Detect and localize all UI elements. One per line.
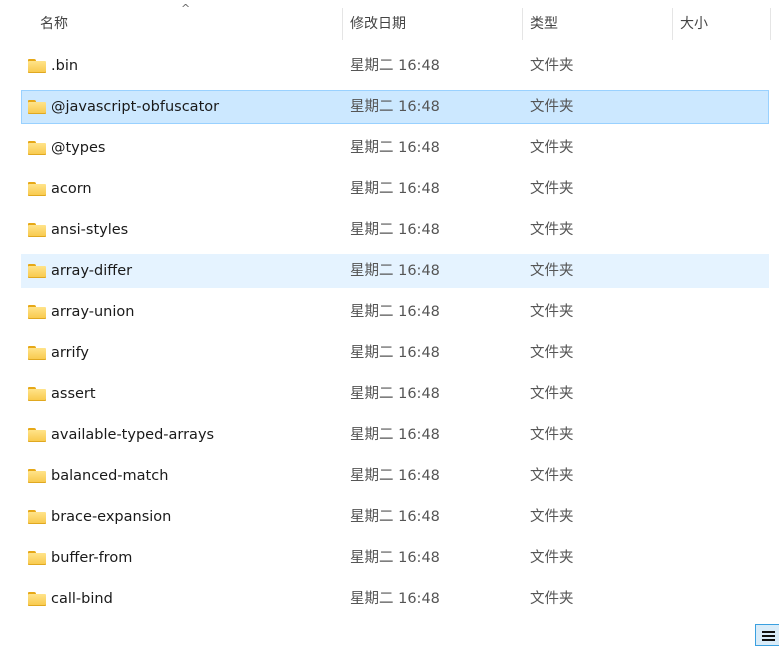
- modified-date: 星期二 16:48: [350, 263, 440, 279]
- file-row[interactable]: array-union 星期二 16:48 文件夹: [21, 295, 769, 329]
- column-divider[interactable]: [522, 8, 523, 40]
- file-list: .bin 星期二 16:48 文件夹 @javascript-obfuscato…: [21, 49, 769, 623]
- modified-date: 星期二 16:48: [350, 345, 440, 361]
- file-name: @types: [51, 140, 106, 156]
- file-name: ansi-styles: [51, 222, 129, 238]
- folder-icon: [28, 182, 46, 196]
- file-row[interactable]: array-differ 星期二 16:48 文件夹: [21, 254, 769, 288]
- column-header-modified[interactable]: 修改日期: [350, 0, 406, 40]
- file-type: 文件夹: [530, 263, 574, 279]
- file-type: 文件夹: [530, 509, 574, 525]
- file-row[interactable]: available-typed-arrays 星期二 16:48 文件夹: [21, 418, 769, 452]
- file-type: 文件夹: [530, 99, 574, 115]
- column-divider[interactable]: [672, 8, 673, 40]
- modified-date: 星期二 16:48: [350, 222, 440, 238]
- file-type: 文件夹: [530, 304, 574, 320]
- file-name: arrify: [51, 345, 90, 361]
- file-type: 文件夹: [530, 58, 574, 74]
- modified-date: 星期二 16:48: [350, 468, 440, 484]
- file-type: 文件夹: [530, 550, 574, 566]
- column-header-size[interactable]: 大小: [680, 0, 708, 40]
- folder-icon: [28, 387, 46, 401]
- file-name: @javascript-obfuscator: [51, 99, 220, 115]
- file-row[interactable]: acorn 星期二 16:48 文件夹: [21, 172, 769, 206]
- file-type: 文件夹: [530, 181, 574, 197]
- column-header-type[interactable]: 类型: [530, 0, 558, 40]
- file-row[interactable]: .bin 星期二 16:48 文件夹: [21, 49, 769, 83]
- folder-icon: [28, 264, 46, 278]
- file-row[interactable]: ansi-styles 星期二 16:48 文件夹: [21, 213, 769, 247]
- column-header-name[interactable]: 名称: [40, 0, 68, 40]
- folder-icon: [28, 469, 46, 483]
- file-row[interactable]: @javascript-obfuscator 星期二 16:48 文件夹: [21, 90, 769, 124]
- modified-date: 星期二 16:48: [350, 591, 440, 607]
- file-row[interactable]: call-bind 星期二 16:48 文件夹: [21, 582, 769, 616]
- file-row[interactable]: @types 星期二 16:48 文件夹: [21, 131, 769, 165]
- file-row[interactable]: buffer-from 星期二 16:48 文件夹: [21, 541, 769, 575]
- file-type: 文件夹: [530, 591, 574, 607]
- folder-icon: [28, 305, 46, 319]
- file-type: 文件夹: [530, 386, 574, 402]
- folder-icon: [28, 141, 46, 155]
- file-type: 文件夹: [530, 140, 574, 156]
- modified-date: 星期二 16:48: [350, 386, 440, 402]
- file-name: buffer-from: [51, 550, 133, 566]
- file-name: array-union: [51, 304, 135, 320]
- file-name: .bin: [51, 58, 79, 74]
- folder-icon: [28, 59, 46, 73]
- file-name: balanced-match: [51, 468, 169, 484]
- file-name: assert: [51, 386, 96, 402]
- file-row[interactable]: arrify 星期二 16:48 文件夹: [21, 336, 769, 370]
- modified-date: 星期二 16:48: [350, 140, 440, 156]
- file-type: 文件夹: [530, 427, 574, 443]
- modified-date: 星期二 16:48: [350, 181, 440, 197]
- folder-icon: [28, 100, 46, 114]
- file-name: brace-expansion: [51, 509, 172, 525]
- folder-icon: [28, 428, 46, 442]
- file-type: 文件夹: [530, 222, 574, 238]
- file-type: 文件夹: [530, 345, 574, 361]
- column-divider[interactable]: [770, 8, 771, 40]
- column-header: ^ 名称 修改日期 类型 大小: [0, 0, 779, 40]
- file-row[interactable]: balanced-match 星期二 16:48 文件夹: [21, 459, 769, 493]
- folder-icon: [28, 346, 46, 360]
- file-row[interactable]: brace-expansion 星期二 16:48 文件夹: [21, 500, 769, 534]
- modified-date: 星期二 16:48: [350, 550, 440, 566]
- file-name: array-differ: [51, 263, 133, 279]
- column-divider[interactable]: [342, 8, 343, 40]
- modified-date: 星期二 16:48: [350, 58, 440, 74]
- file-name: call-bind: [51, 591, 113, 607]
- file-type: 文件夹: [530, 468, 574, 484]
- file-row[interactable]: assert 星期二 16:48 文件夹: [21, 377, 769, 411]
- modified-date: 星期二 16:48: [350, 427, 440, 443]
- file-name: acorn: [51, 181, 92, 197]
- file-name: available-typed-arrays: [51, 427, 215, 443]
- modified-date: 星期二 16:48: [350, 304, 440, 320]
- folder-icon: [28, 592, 46, 606]
- sort-ascending-icon: ^: [181, 2, 191, 15]
- folder-icon: [28, 510, 46, 524]
- folder-icon: [28, 223, 46, 237]
- modified-date: 星期二 16:48: [350, 509, 440, 525]
- folder-icon: [28, 551, 46, 565]
- modified-date: 星期二 16:48: [350, 99, 440, 115]
